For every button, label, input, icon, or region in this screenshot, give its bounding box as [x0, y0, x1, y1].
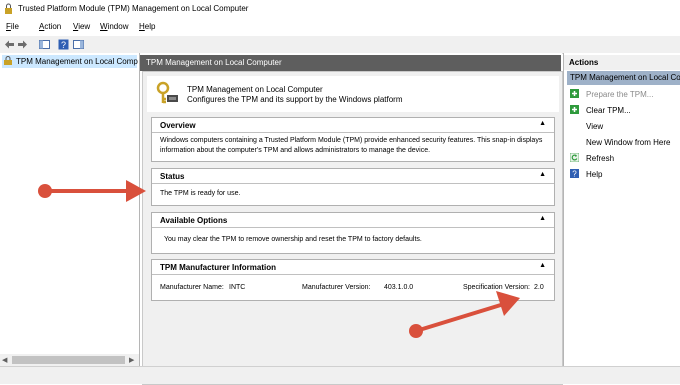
window-title: Trusted Platform Module (TPM) Management… — [18, 4, 249, 13]
action-clear-tpm[interactable]: Clear TPM... — [567, 103, 680, 117]
collapse-icon[interactable]: ▲ — [539, 171, 546, 178]
overview-section: Overview ▲ Windows computers containing … — [151, 117, 555, 162]
overview-text-line1: Windows computers containing a Trusted P… — [160, 137, 543, 144]
banner-subtitle: Configures the TPM and its support by th… — [187, 95, 403, 104]
actions-header: Actions — [564, 55, 680, 70]
forward-arrow-icon[interactable] — [17, 39, 28, 50]
svg-text:?: ? — [572, 170, 577, 178]
manufacturer-version-label: Manufacturer Version: — [302, 284, 371, 291]
green-plus-icon — [570, 89, 579, 98]
collapse-icon[interactable]: ▲ — [539, 120, 546, 127]
action-help[interactable]: ? Help — [567, 167, 680, 181]
status-bar — [0, 366, 680, 384]
console-tree: TPM Management on Local Comp — [0, 53, 140, 383]
section-header[interactable]: Overview ▲ — [152, 118, 554, 133]
menu-help[interactable]: Help — [139, 22, 155, 31]
available-options-section: Available Options ▲ You may clear the TP… — [151, 212, 555, 254]
annotation-arrow-status — [38, 180, 146, 202]
menu-view[interactable]: View — [73, 22, 90, 31]
details-header: TPM Management on Local Computer — [140, 55, 561, 71]
manufacturer-name-value: INTC — [229, 284, 246, 291]
show-hide-console-tree-icon[interactable] — [39, 39, 50, 50]
menu-file[interactable]: File — [6, 22, 19, 31]
collapse-icon[interactable]: ▲ — [539, 262, 546, 269]
help-icon: ? — [570, 169, 579, 178]
action-new-window[interactable]: New Window from Here — [567, 135, 680, 149]
annotation-arrow-spec-version — [409, 291, 520, 338]
back-arrow-icon[interactable] — [4, 39, 15, 50]
toolbar: ? — [0, 36, 680, 54]
menu-window[interactable]: Window — [100, 22, 128, 31]
help-icon[interactable]: ? — [58, 39, 69, 50]
svg-text:?: ? — [61, 40, 66, 50]
section-header[interactable]: Available Options ▲ — [152, 213, 554, 228]
tree-item-tpm-management[interactable]: TPM Management on Local Comp — [2, 55, 138, 68]
tree-horizontal-scrollbar[interactable]: ◀ ▶ — [0, 354, 139, 366]
collapse-icon[interactable]: ▲ — [539, 215, 546, 222]
status-section: Status ▲ The TPM is ready for use. — [151, 168, 555, 206]
banner-title: TPM Management on Local Computer — [187, 85, 323, 94]
action-prepare-tpm[interactable]: Prepare the TPM... — [567, 87, 680, 101]
section-header[interactable]: TPM Manufacturer Information ▲ — [152, 260, 554, 275]
status-text: The TPM is ready for use. — [160, 190, 241, 197]
snapin-banner: TPM Management on Local Computer Configu… — [147, 76, 559, 112]
title-bar: Trusted Platform Module (TPM) Management… — [0, 0, 680, 19]
actions-pane: Actions TPM Management on Local Co Prepa… — [563, 53, 680, 383]
menu-action[interactable]: Action — [39, 22, 61, 31]
section-header[interactable]: Status ▲ — [152, 169, 554, 184]
green-plus-icon — [570, 105, 579, 114]
action-refresh[interactable]: Refresh — [567, 151, 680, 165]
refresh-icon — [570, 153, 579, 162]
specification-version-value: 2.0 — [534, 284, 544, 291]
scrollbar-thumb[interactable] — [12, 356, 125, 364]
options-text: You may clear the TPM to remove ownershi… — [164, 236, 422, 243]
menu-bar: File Action View Window Help — [0, 19, 680, 36]
action-view[interactable]: View — [567, 119, 680, 133]
manufacturer-name-label: Manufacturer Name: — [160, 284, 224, 291]
overview-text-line2: information about the computer's TPM and… — [160, 147, 431, 154]
scroll-left-icon[interactable]: ◀ — [2, 356, 7, 364]
actions-selected-node[interactable]: TPM Management on Local Co — [567, 71, 680, 85]
show-hide-action-pane-icon[interactable] — [73, 39, 84, 50]
tpm-chip-icon — [5, 3, 12, 14]
tpm-key-icon — [156, 81, 178, 104]
tpm-chip-icon — [4, 56, 12, 65]
tree-item-label: TPM Management on Local Comp — [16, 57, 138, 66]
scroll-right-icon[interactable]: ▶ — [129, 356, 134, 364]
